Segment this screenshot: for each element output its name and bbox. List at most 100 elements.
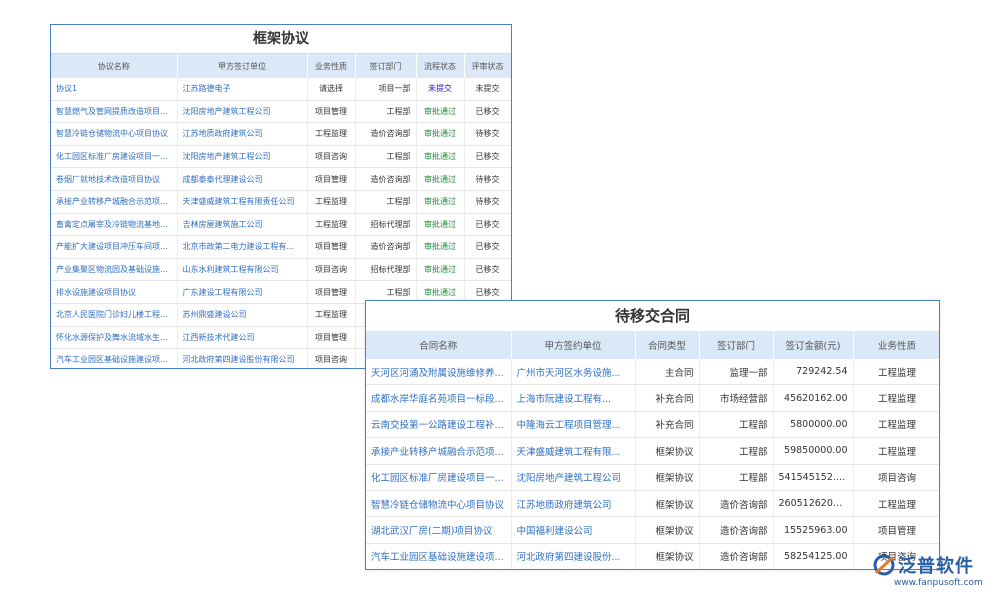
column-header-nature[interactable]: 业务性质 — [307, 54, 356, 78]
column-header-review-status[interactable]: 评审状态 — [464, 54, 511, 78]
party-link[interactable]: 苏州鼎盛建设公司 — [177, 303, 308, 327]
nature-cell: 项目咨询 — [853, 464, 939, 491]
review-status-cell: 已移交 — [464, 145, 511, 169]
agreement-name-link[interactable]: 承接产业转移产城融合示范项... — [51, 190, 178, 214]
agreement-name-link[interactable]: 排水设施建设项目协议 — [51, 280, 178, 304]
contract-type-cell: 框架协议 — [635, 437, 700, 465]
column-header-flow-status[interactable]: 流程状态 — [416, 54, 465, 78]
agreement-name-link[interactable]: 畜禽定点屠宰及冷链物流基地... — [51, 213, 178, 237]
agreement-name-link[interactable]: 化工园区标准厂房建设项目一... — [51, 145, 178, 169]
contract-type-cell: 框架协议 — [635, 516, 700, 544]
flow-status-cell: 审批通过 — [416, 122, 465, 146]
flow-status-cell: 审批通过 — [416, 167, 465, 191]
agreement-name-link[interactable]: 协议1 — [51, 78, 178, 101]
nature-cell: 项目咨询 — [307, 145, 356, 169]
party-link[interactable]: 天津盛威建筑工程有限责任公司 — [177, 190, 308, 214]
party-link[interactable]: 沈阳房地产建筑工程公司 — [511, 464, 636, 491]
nature-cell: 项目管理 — [307, 167, 356, 191]
party-link[interactable]: 中国福利建设公司 — [511, 516, 636, 544]
table-row[interactable]: 畜禽定点屠宰及冷链物流基地... 吉林房屋建筑施工公司 工程监理 招标代理部 审批通过已… — [51, 213, 511, 237]
table-row[interactable]: 协议1 江苏路德电子 请选择 项目一部 未提交 未提交 — [51, 78, 511, 101]
contract-name-link[interactable]: 湖北武汉厂房(二期)项目协议 — [366, 516, 512, 544]
column-header-nature[interactable]: 业务性质 — [853, 331, 939, 359]
contract-name-link[interactable]: 汽车工业园区基础设施建设项... — [366, 543, 512, 569]
party-link[interactable]: 北京市政第二电力建设工程有... — [177, 235, 308, 259]
dept-cell: 招标代理部 — [355, 258, 417, 282]
party-link[interactable]: 山东水利建筑工程有限公司 — [177, 258, 308, 282]
column-header-party[interactable]: 甲方签订单位 — [177, 54, 308, 78]
party-link[interactable]: 吉林房屋建筑施工公司 — [177, 213, 308, 237]
table-row[interactable]: 汽车工业园区基础设施建设项... 河北政府第四建设股份... 框架协议 造价咨询部 58… — [366, 543, 939, 569]
party-link[interactable]: 江苏路德电子 — [177, 78, 308, 101]
contract-name-link[interactable]: 天河区河涌及附属设施维修养... — [366, 359, 512, 386]
party-link[interactable]: 中隆海云工程项目管理... — [511, 411, 636, 439]
party-link[interactable]: 广州市天河区水务设施... — [511, 359, 636, 386]
column-header-party[interactable]: 甲方签约单位 — [511, 331, 636, 359]
nature-cell: 项目管理 — [307, 235, 356, 259]
column-header-contract-type[interactable]: 合同类型 — [635, 331, 700, 359]
amount-cell: 45620162.00 — [773, 384, 854, 412]
contract-name-link[interactable]: 化工园区标准厂房建设项目一... — [366, 464, 512, 491]
dept-cell: 造价咨询部 — [355, 235, 417, 259]
contract-type-cell: 主合同 — [635, 359, 700, 386]
agreement-name-link[interactable]: 智慧冷链仓储物流中心项目协议 — [51, 122, 178, 146]
review-status-cell: 待移交 — [464, 122, 511, 146]
contract-name-link[interactable]: 云南交投第一公路建设工程补... — [366, 411, 512, 439]
party-link[interactable]: 广东建设工程有限公司 — [177, 280, 308, 304]
agreement-name-link[interactable]: 汽车工业园区基础设施建设项... — [51, 348, 178, 368]
party-link[interactable]: 河北政府第四建设股份有限公司 — [177, 348, 308, 368]
dept-cell: 招标代理部 — [355, 213, 417, 237]
agreement-name-link[interactable]: 卷烟厂就地技术改造项目协议 — [51, 167, 178, 191]
party-link[interactable]: 沈阳房地产建筑工程公司 — [177, 100, 308, 124]
table-row[interactable]: 承接产业转移产城融合示范项... 天津盛威建筑工程有限... 框架协议 工程部 5985… — [366, 437, 939, 465]
table-row[interactable]: 成都水岸华庭名苑项目一标段... 上海市阮建设工程有... 补充合同 市场经营部 456… — [366, 384, 939, 412]
fanpu-logo: 泛普软件 www.fanpusoft.com — [872, 552, 992, 596]
column-header-dept[interactable]: 签订部门 — [699, 331, 774, 359]
column-header-contract-name[interactable]: 合同名称 — [366, 331, 512, 359]
party-link[interactable]: 天津盛威建筑工程有限... — [511, 437, 636, 465]
party-link[interactable]: 江苏地质政府建筑公司 — [511, 490, 636, 518]
agreement-name-link[interactable]: 智慧燃气及管网提质改造项目... — [51, 100, 178, 124]
table-row[interactable]: 云南交投第一公路建设工程补... 中隆海云工程项目管理... 补充合同 工程部 5800… — [366, 411, 939, 439]
nature-cell: 工程监理 — [307, 122, 356, 146]
column-header-dept[interactable]: 签订部门 — [355, 54, 417, 78]
flow-status-cell: 审批通过 — [416, 145, 465, 169]
pending-table-header: 合同名称 甲方签约单位 合同类型 签订部门 签订金额(元) 业务性质 — [366, 331, 939, 359]
table-row[interactable]: 智慧冷链仓储物流中心项目协议 江苏地质政府建筑公司 工程监理 造价咨询部 审批通过 待移交 — [51, 122, 511, 146]
nature-cell: 工程监理 — [853, 490, 939, 518]
table-row[interactable]: 产能扩大建设项目冲压车间项... 北京市政第二电力建设工程有... 项目管理 造价咨询… — [51, 235, 511, 259]
contract-name-link[interactable]: 承接产业转移产城融合示范项... — [366, 437, 512, 465]
party-link[interactable]: 江西新技术代建公司 — [177, 326, 308, 350]
party-link[interactable]: 沈阳房地产建筑工程公司 — [177, 145, 308, 169]
nature-cell: 项目管理 — [307, 280, 356, 304]
table-row[interactable]: 产业集聚区物流园及基础设施... 山东水利建筑工程有限公司 项目咨询 招标代理部 审批通… — [51, 258, 511, 282]
table-row[interactable]: 智慧冷链仓储物流中心项目协议 江苏地质政府建筑公司 框架协议 造价咨询部 2605126… — [366, 490, 939, 518]
nature-cell: 项目管理 — [307, 326, 356, 350]
fanpu-logo-icon — [873, 554, 895, 576]
party-link[interactable]: 上海市阮建设工程有... — [511, 384, 636, 412]
amount-cell: 58254125.00 — [773, 543, 854, 569]
contract-name-link[interactable]: 智慧冷链仓储物流中心项目协议 — [366, 490, 512, 518]
party-link[interactable]: 成都泰泰代理建设公司 — [177, 167, 308, 191]
agreement-name-link[interactable]: 产能扩大建设项目冲压车间项... — [51, 235, 178, 259]
agreement-name-link[interactable]: 怀化水源保护及舞水流域水生... — [51, 326, 178, 350]
table-row[interactable]: 化工园区标准厂房建设项目一... 沈阳房地产建筑工程公司 框架协议 工程部 541545… — [366, 464, 939, 491]
dept-cell: 工程部 — [699, 411, 774, 439]
agreement-name-link[interactable]: 产业集聚区物流园及基础设施... — [51, 258, 178, 282]
party-link[interactable]: 江苏地质政府建筑公司 — [177, 122, 308, 146]
table-row[interactable]: 湖北武汉厂房(二期)项目协议 中国福利建设公司 框架协议 造价咨询部 15525963.… — [366, 516, 939, 544]
table-row[interactable]: 天河区河涌及附属设施维修养... 广州市天河区水务设施... 主合同 监理一部 7292… — [366, 359, 939, 386]
table-row[interactable]: 卷烟厂就地技术改造项目协议 成都泰泰代理建设公司 项目管理 造价咨询部 审批通过 待移交 — [51, 167, 511, 191]
table-row[interactable]: 承接产业转移产城融合示范项... 天津盛威建筑工程有限责任公司 工程监理 工程部 审批通… — [51, 190, 511, 214]
column-header-agreement-name[interactable]: 协议名称 — [51, 54, 178, 78]
column-header-amount[interactable]: 签订金额(元) — [773, 331, 854, 359]
party-link[interactable]: 河北政府第四建设股份... — [511, 543, 636, 569]
contract-name-link[interactable]: 成都水岸华庭名苑项目一标段... — [366, 384, 512, 412]
nature-cell: 项目咨询 — [307, 258, 356, 282]
amount-cell: 59850000.00 — [773, 437, 854, 465]
table-row[interactable]: 智慧燃气及管网提质改造项目... 沈阳房地产建筑工程公司 项目管理 工程部 审批通过 已移… — [51, 100, 511, 124]
contract-type-cell: 框架协议 — [635, 464, 700, 491]
table-row[interactable]: 化工园区标准厂房建设项目一... 沈阳房地产建筑工程公司 项目咨询 工程部 审批通过 已移… — [51, 145, 511, 169]
review-status-cell: 已移交 — [464, 258, 511, 282]
agreement-name-link[interactable]: 北京人民医院门诊妇儿楼工程... — [51, 303, 178, 327]
